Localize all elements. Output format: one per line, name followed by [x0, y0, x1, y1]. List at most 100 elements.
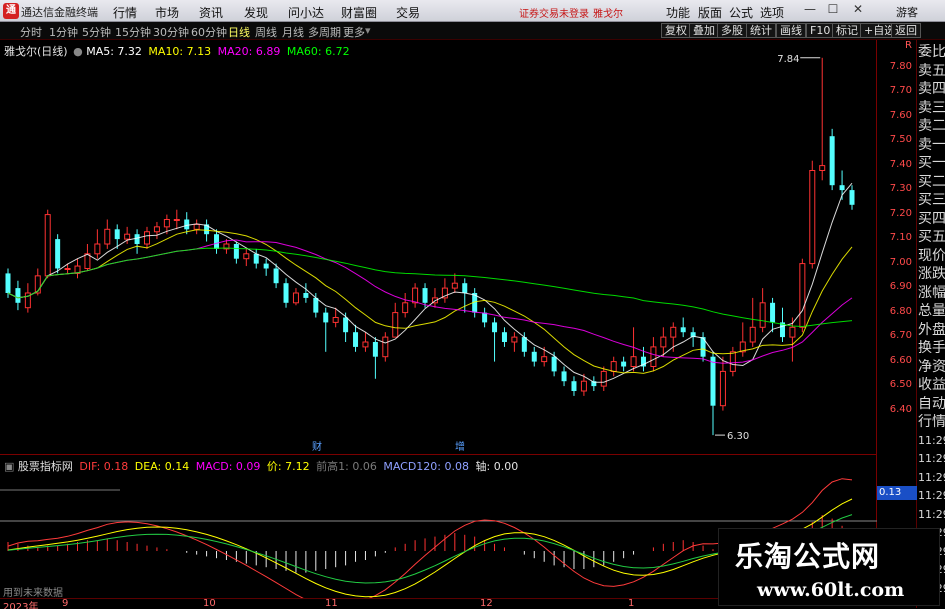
tool-stats-button[interactable]: 统计 — [746, 23, 776, 38]
quote-side-item[interactable]: 买四 — [918, 211, 945, 227]
period-tab-30min[interactable]: 30分钟 — [153, 24, 189, 40]
kline-panel[interactable]: 雅戈尔(日线) ● MA5: 7.32 MA10: 7.13 MA20: 6.8… — [0, 40, 877, 455]
menu-discover[interactable]: 发现 — [244, 4, 268, 21]
candle[interactable] — [84, 244, 91, 271]
menu-formula[interactable]: 公式 — [729, 4, 753, 21]
candle[interactable] — [173, 209, 180, 230]
candle[interactable] — [710, 351, 716, 436]
candle[interactable] — [630, 327, 637, 372]
candle[interactable] — [829, 128, 835, 191]
quote-side-item[interactable]: 换手 — [918, 340, 945, 356]
period-tab-more[interactable]: 更多 — [343, 24, 365, 40]
quote-side-item[interactable]: 买五 — [918, 229, 945, 245]
quote-side-item[interactable]: 现价 — [918, 248, 945, 264]
candle[interactable] — [749, 297, 756, 347]
quote-side-item[interactable]: 净资 — [918, 359, 945, 375]
quote-side-item[interactable]: 11:29 — [918, 488, 945, 504]
quote-side-item[interactable]: 委比 — [918, 44, 945, 60]
quote-side-item[interactable]: 收益 — [918, 377, 945, 393]
quote-side-item[interactable]: 11:29 — [918, 470, 945, 486]
menu-trade[interactable]: 交易 — [396, 4, 420, 21]
candle[interactable] — [74, 258, 81, 279]
candle[interactable] — [729, 346, 736, 377]
quote-side-item[interactable]: 自动 — [918, 396, 945, 412]
candle[interactable] — [571, 376, 577, 396]
candle[interactable] — [94, 229, 101, 259]
candle[interactable] — [431, 288, 438, 308]
quote-side-item[interactable]: 涨跌 — [918, 266, 945, 282]
menu-options[interactable]: 选项 — [760, 4, 784, 21]
candle[interactable] — [600, 366, 607, 392]
period-tab-weekly[interactable]: 周线 — [255, 24, 277, 40]
quote-side-item[interactable]: 11:29 — [918, 433, 945, 449]
menu-function[interactable]: 功能 — [666, 4, 690, 21]
candle[interactable] — [104, 219, 111, 249]
close-icon[interactable]: ✕ — [851, 2, 865, 18]
tool-back-button[interactable]: 返回 — [891, 23, 921, 38]
kline-chart[interactable]: 7.84 6.30 财 增 — [0, 40, 877, 455]
candle[interactable] — [382, 332, 389, 362]
period-tab-60min[interactable]: 60分钟 — [191, 24, 227, 40]
candle[interactable] — [372, 337, 378, 379]
candle[interactable] — [719, 356, 726, 411]
event-marker-increase[interactable]: 增 — [455, 440, 465, 453]
tool-draw-button[interactable]: 画线 — [776, 23, 806, 38]
candle[interactable] — [591, 376, 597, 391]
candle[interactable] — [402, 293, 409, 318]
candle[interactable] — [233, 241, 239, 264]
quote-side-item[interactable]: 卖四 — [918, 81, 945, 97]
candle[interactable] — [323, 307, 329, 352]
candle[interactable] — [700, 332, 706, 362]
period-tab-5min[interactable]: 5分钟 — [82, 24, 111, 40]
menu-market[interactable]: 市场 — [155, 4, 179, 21]
tool-mark-button[interactable]: 标记 — [832, 23, 862, 38]
period-tab-multi[interactable]: 多周期 — [308, 24, 341, 40]
candle[interactable] — [451, 273, 458, 293]
period-tab-15min[interactable]: 15分钟 — [115, 24, 151, 40]
maximize-icon[interactable]: ☐ — [826, 2, 840, 18]
candle[interactable] — [144, 226, 151, 249]
candle[interactable] — [303, 283, 309, 303]
candle[interactable] — [610, 356, 617, 377]
candle[interactable] — [809, 160, 816, 269]
candle[interactable] — [55, 234, 61, 274]
candle[interactable] — [799, 258, 806, 333]
menu-ask-xiaoda[interactable]: 问小达 — [288, 4, 324, 21]
menu-news[interactable]: 资讯 — [199, 4, 223, 21]
more-dropdown-icon[interactable]: ▾ — [365, 24, 371, 37]
tool-adjust-button[interactable]: 复权 — [661, 23, 691, 38]
candle[interactable] — [819, 57, 826, 181]
quote-side-item[interactable]: 11:29 — [918, 451, 945, 467]
quote-side-item[interactable]: 卖五 — [918, 63, 945, 79]
candle[interactable] — [680, 317, 686, 338]
login-status[interactable]: 证券交易未登录 — [519, 5, 589, 20]
quote-side-item[interactable]: 卖一 — [918, 137, 945, 153]
candle[interactable] — [441, 278, 448, 303]
candle[interactable] — [353, 324, 359, 352]
tool-f10-button[interactable]: F10 — [806, 23, 835, 38]
period-tab-1min[interactable]: 1分钟 — [49, 24, 78, 40]
candle[interactable] — [482, 307, 488, 328]
candle[interactable] — [243, 248, 250, 267]
guest-label[interactable]: 游客 — [896, 4, 918, 20]
quote-side-item[interactable]: 外盘 — [918, 322, 945, 338]
candle[interactable] — [392, 302, 399, 338]
candle[interactable] — [759, 288, 766, 333]
candle[interactable] — [362, 332, 369, 352]
menu-wealth-circle[interactable]: 财富圈 — [341, 4, 377, 21]
candle[interactable] — [770, 297, 776, 333]
menu-layout[interactable]: 版面 — [698, 4, 722, 21]
quote-side-item[interactable]: 总量 — [918, 303, 945, 319]
candle[interactable] — [412, 283, 419, 308]
candle[interactable] — [153, 221, 160, 240]
candle[interactable] — [263, 258, 269, 276]
tool-overlay-button[interactable]: 叠加 — [689, 23, 719, 38]
quote-side-item[interactable]: 卖二 — [918, 118, 945, 134]
quote-side-item[interactable]: 买二 — [918, 174, 945, 190]
candle[interactable] — [283, 278, 289, 308]
candle[interactable] — [492, 317, 498, 362]
quote-side-item[interactable]: 卖三 — [918, 100, 945, 116]
quote-side-item[interactable]: 行情 — [918, 414, 945, 430]
candle[interactable] — [44, 209, 51, 279]
quote-side-item[interactable]: 买一 — [918, 155, 945, 171]
